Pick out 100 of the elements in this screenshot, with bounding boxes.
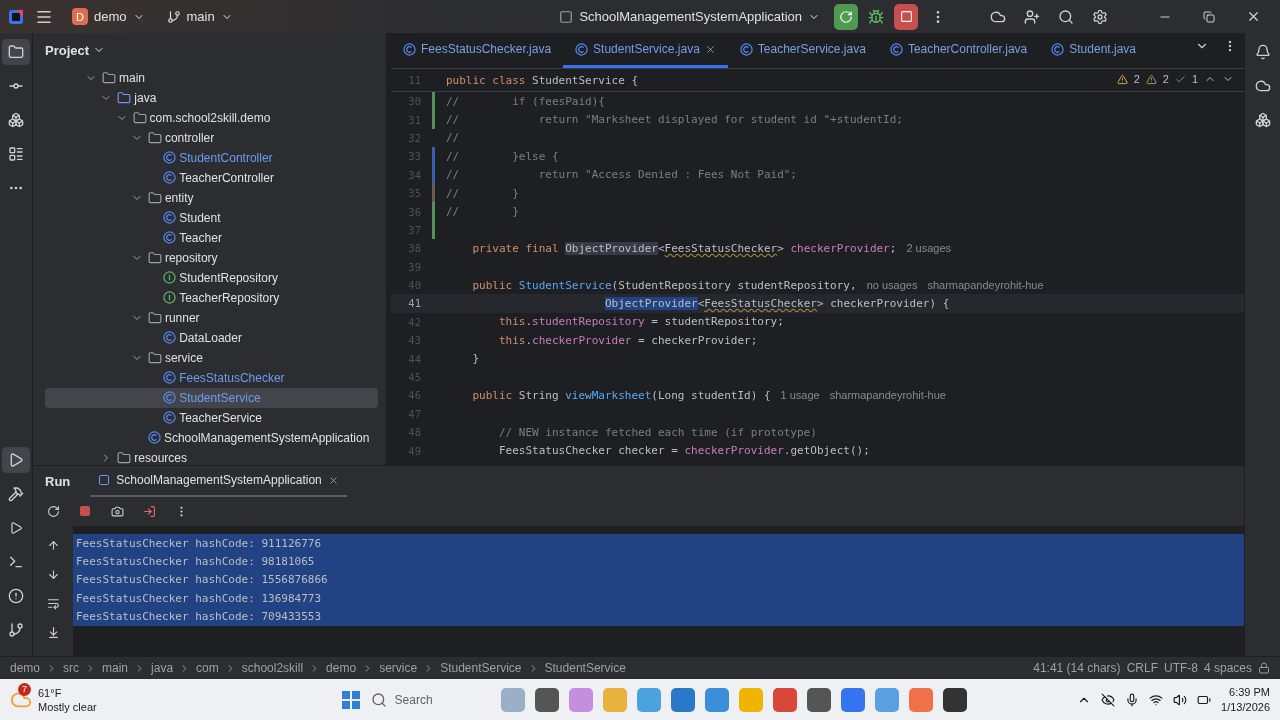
- tree-item[interactable]: StudentRepository: [45, 267, 378, 288]
- change-marker[interactable]: [432, 110, 435, 129]
- project-badge: D: [72, 8, 88, 25]
- tree-label: SchoolManagementSystemApplication: [163, 430, 370, 445]
- panel-title[interactable]: Run: [45, 473, 71, 489]
- run-tab[interactable]: SchoolManagementSystemApplication: [90, 465, 347, 497]
- tree-item[interactable]: service: [45, 347, 378, 368]
- tree-label: java: [134, 90, 157, 105]
- change-marker[interactable]: [432, 202, 435, 221]
- breadcrumb[interactable]: StudentService: [544, 661, 626, 675]
- tree-label: Teacher: [179, 230, 222, 245]
- tree-item[interactable]: main: [45, 67, 378, 88]
- code-text: //: [446, 131, 460, 145]
- close-icon[interactable]: [327, 474, 339, 486]
- tree-item[interactable]: Student: [45, 207, 378, 228]
- tree-item[interactable]: java: [45, 87, 378, 108]
- change-marker[interactable]: [432, 220, 435, 240]
- tree-item[interactable]: DataLoader: [45, 327, 378, 348]
- tree-item[interactable]: TeacherRepository: [45, 287, 378, 308]
- tree-label: service: [164, 350, 203, 365]
- breadcrumb[interactable]: src: [63, 661, 80, 675]
- taskbar-app-icon[interactable]: [806, 687, 831, 712]
- warning-icon[interactable]: [1145, 73, 1157, 85]
- tree-item[interactable]: entity: [45, 187, 378, 208]
- line-separator[interactable]: CRLF: [1126, 661, 1158, 675]
- hidden-icon[interactable]: [1101, 692, 1116, 707]
- breadcrumb[interactable]: demo: [326, 661, 357, 675]
- breadcrumb[interactable]: com: [196, 661, 219, 675]
- stop-button[interactable]: [894, 3, 918, 30]
- check-icon[interactable]: [1174, 73, 1186, 85]
- change-marker[interactable]: [432, 92, 435, 111]
- wifi-icon[interactable]: [1149, 692, 1164, 707]
- rerun-button[interactable]: [834, 3, 858, 30]
- clock-date[interactable]: 1/13/2026: [1221, 699, 1270, 715]
- tree-item[interactable]: controller: [45, 127, 378, 148]
- close-icon[interactable]: [704, 43, 716, 55]
- windows-start-icon[interactable]: [340, 689, 361, 710]
- editor-tab[interactable]: FeesStatusChecker.java: [391, 33, 564, 68]
- typo-count[interactable]: 1: [1191, 73, 1198, 85]
- breadcrumb[interactable]: StudentService: [440, 661, 522, 675]
- code-text: checkerProvider: [532, 333, 632, 347]
- code-text: = studentRepository;: [650, 315, 784, 329]
- change-marker[interactable]: [432, 165, 435, 184]
- app-logo-icon[interactable]: [8, 8, 24, 25]
- lock-icon[interactable]: [1258, 662, 1270, 674]
- usage-hint[interactable]: 2 usages: [906, 242, 952, 255]
- tree-item[interactable]: Teacher: [45, 227, 378, 248]
- tree-label: StudentService: [179, 390, 261, 405]
- change-marker[interactable]: [432, 147, 435, 166]
- tree-item[interactable]: SchoolManagementSystemApplication: [45, 427, 378, 448]
- taskbar-search[interactable]: Search: [394, 692, 433, 707]
- run-icon[interactable]: [2, 447, 30, 473]
- warning-count[interactable]: 2: [1162, 73, 1169, 85]
- tree-item[interactable]: TeacherController: [45, 167, 378, 188]
- tree-label: DataLoader: [179, 330, 242, 345]
- editor-tab[interactable]: TeacherController.java: [877, 33, 1040, 68]
- warning-icon[interactable]: [1116, 73, 1128, 85]
- author-hint[interactable]: sharmapandeyrohit-hue: [829, 389, 946, 402]
- tree-item[interactable]: StudentController: [45, 147, 378, 168]
- caret-position[interactable]: 41:41 (14 chars): [1033, 661, 1121, 675]
- tree-item[interactable]: repository: [45, 247, 378, 268]
- class-icon: [739, 42, 753, 56]
- tree-item[interactable]: TeacherService: [45, 407, 378, 428]
- console-text: 911126776: [261, 536, 322, 550]
- warning-count[interactable]: 2: [1133, 73, 1140, 85]
- volume-icon[interactable]: [1173, 692, 1188, 707]
- panel-title[interactable]: Project: [45, 42, 90, 58]
- search-icon[interactable]: [370, 691, 387, 708]
- breadcrumb[interactable]: service: [379, 661, 418, 675]
- author-hint[interactable]: sharmapandeyrohit-hue: [927, 279, 1044, 292]
- microphone-icon[interactable]: [1125, 692, 1140, 707]
- tree-item[interactable]: StudentService: [45, 387, 378, 408]
- code-text: (Long studentId) {: [651, 388, 771, 402]
- tree-item[interactable]: com.school2skill.demo: [45, 107, 378, 128]
- editor-tab[interactable]: StudentService.java: [563, 33, 728, 68]
- usage-hint[interactable]: no usages: [866, 279, 918, 292]
- editor-tab[interactable]: TeacherService.java: [727, 33, 878, 68]
- file-encoding[interactable]: UTF-8: [1163, 661, 1198, 675]
- editor-tab[interactable]: Student.java: [1039, 33, 1148, 68]
- folder-icon[interactable]: [2, 39, 30, 65]
- usage-hint[interactable]: 1 usage: [780, 389, 820, 402]
- code-text: ObjectProvider: [565, 241, 658, 255]
- change-marker[interactable]: [432, 183, 435, 203]
- tree-item[interactable]: runner: [45, 307, 378, 328]
- taskbar-app-icon[interactable]: [534, 687, 559, 712]
- indent-setting[interactable]: 4 spaces: [1203, 661, 1252, 675]
- class-icon: [163, 331, 177, 345]
- run-config-widget[interactable]: SchoolManagementSystemApplication: [551, 3, 828, 30]
- breadcrumb[interactable]: java: [151, 661, 174, 675]
- breadcrumb[interactable]: main: [102, 661, 129, 675]
- breadcrumb[interactable]: demo: [10, 661, 41, 675]
- breadcrumb[interactable]: school2skill: [241, 661, 304, 675]
- interface-icon: [163, 271, 177, 285]
- clock-time[interactable]: 6:39 PM: [1229, 684, 1270, 700]
- tree-item[interactable]: FeesStatusChecker: [45, 367, 378, 388]
- tree-item[interactable]: resources: [45, 447, 378, 465]
- project-widget[interactable]: D demo: [64, 3, 153, 30]
- tree-label: TeacherService: [179, 410, 262, 425]
- branch-widget[interactable]: main: [158, 3, 241, 30]
- taskbar-app-icon[interactable]: [942, 687, 967, 712]
